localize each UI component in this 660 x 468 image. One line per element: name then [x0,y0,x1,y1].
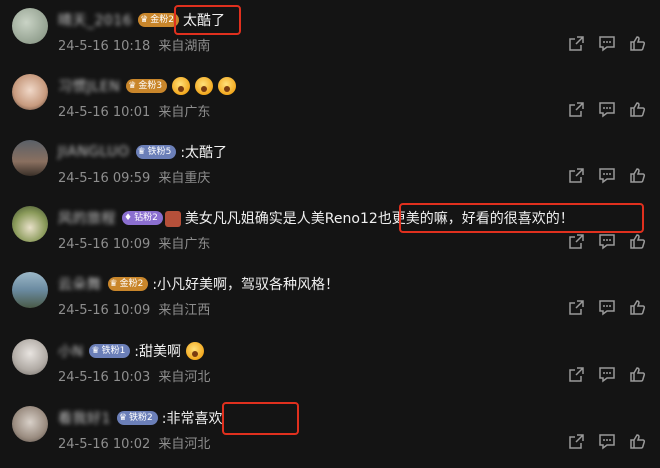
comment-actions [568,299,646,316]
emoji-icon [218,77,237,95]
diamond-icon: ♦ [124,213,133,223]
comment-date: 24-5-16 10:02 [58,437,151,452]
username[interactable]: 习惯JLEN [58,76,120,96]
comment-text: 美女凡凡姐确实是人美Reno12也更美的嘛，好看的很喜欢的！ [184,211,574,227]
comment-date: 24-5-16 09:59 [58,171,151,186]
comment-location: 来自重庆 [158,171,211,186]
avatar[interactable] [12,140,48,176]
comment-meta: 24-5-16 10:03 来自河北 [58,366,210,385]
comment-location: 来自广东 [158,105,211,120]
comment-icon[interactable] [598,433,616,450]
avatar[interactable] [12,272,48,308]
comment-meta: 24-5-16 10:18 来自湖南 [58,35,210,54]
username[interactable]: 看我好1 [58,408,111,428]
comment-actions [568,366,646,383]
comment-location: 来自江西 [158,303,211,318]
share-icon[interactable] [568,299,585,316]
comment-actions [568,167,646,184]
comment-icon[interactable] [598,299,616,316]
comment-actions [568,35,646,52]
emoji-icon [186,342,205,360]
comment-meta: 24-5-16 09:59 来自重庆 [58,167,210,186]
fan-badge: ♛ 铁粉5 [135,145,177,159]
like-icon[interactable] [629,299,646,316]
emoji-icon [195,77,214,95]
badge-icon: ♛ [118,413,127,423]
username[interactable]: 风的旅程 [58,208,116,228]
fan-badge: ♛ 金粉2 [107,277,149,291]
comment-actions [568,101,646,118]
comment-date: 24-5-16 10:01 [58,105,151,120]
comment-meta: 24-5-16 10:01 来自广东 [58,101,210,120]
comment-text: :小凡好美啊，驾驭各种风格！ [152,277,340,293]
share-icon[interactable] [568,366,585,383]
comment-date: 24-5-16 10:09 [58,303,151,318]
avatar[interactable] [12,74,48,110]
comment-meta: 24-5-16 10:09 来自广东 [58,233,210,252]
comment-meta: 24-5-16 10:02 来自河北 [58,433,210,452]
emoji-icon [172,77,191,95]
comment-location: 来自河北 [158,370,211,385]
comment-item: 晴天_2016 ♛ 金粉2 太酷了 24-5-16 10:18 来自湖南 [0,4,660,70]
fan-badge: ♛ 铁粉2 [116,411,158,425]
like-icon[interactable] [629,233,646,250]
comment-item: JIANGLUO ♛ 铁粉5 :太酷了 24-5-16 09:59 来自重庆 [0,136,660,202]
comment-date: 24-5-16 10:09 [58,237,151,252]
like-icon[interactable] [629,167,646,184]
comment-date: 24-5-16 10:18 [58,39,151,54]
comment-item: 风的旅程 ♦ 钻粉2 美女凡凡姐确实是人美Reno12也更美的嘛，好看的很喜欢的！… [0,202,660,268]
comment-location: 来自河北 [158,437,211,452]
comment-meta: 24-5-16 10:09 来自江西 [58,299,210,318]
comment-date: 24-5-16 10:03 [58,370,151,385]
like-icon[interactable] [629,35,646,52]
username[interactable]: 小N [58,341,83,361]
comment-text: :甜美啊 [134,344,182,360]
avatar[interactable] [12,406,48,442]
fan-badge: ♛ 金粉3 [126,79,168,93]
comment-text: :太酷了 [180,145,228,161]
username[interactable]: JIANGLUO [58,144,130,160]
comment-icon[interactable] [598,35,616,52]
comment-location: 来自湖南 [158,39,211,54]
comment-text: 太酷了 [182,13,225,29]
share-icon[interactable] [568,233,585,250]
avatar[interactable] [12,339,48,375]
share-icon[interactable] [568,101,585,118]
comment-item: 云朵舞 ♛ 金粉2 :小凡好美啊，驾驭各种风格！ 24-5-16 10:09 来自江… [0,268,660,334]
like-icon[interactable] [629,433,646,450]
fan-badge: ♛ 铁粉1 [89,344,131,358]
share-icon[interactable] [568,167,585,184]
like-icon[interactable] [629,101,646,118]
username[interactable]: 晴天_2016 [58,10,132,30]
share-icon[interactable] [568,35,585,52]
comment-item: 习惯JLEN ♛ 金粉3 24-5-16 10:01 来自广东 [0,70,660,136]
comment-icon[interactable] [598,101,616,118]
comment-location: 来自广东 [158,237,211,252]
sticker-icon [164,211,181,227]
badge-icon: ♛ [128,81,137,91]
avatar[interactable] [12,206,48,242]
comment-text: :非常喜欢 [161,411,223,427]
avatar[interactable] [12,8,48,44]
fan-badge: ♦ 钻粉2 [122,211,163,225]
share-icon[interactable] [568,433,585,450]
badge-icon: ♛ [137,147,146,157]
like-icon[interactable] [629,366,646,383]
comment-icon[interactable] [598,366,616,383]
badge-icon: ♛ [109,279,118,289]
comment-icon[interactable] [598,167,616,184]
comment-item: 小N ♛ 铁粉1 :甜美啊 24-5-16 10:03 来自河北 [0,335,660,401]
comment-actions [568,233,646,250]
badge-icon: ♛ [91,346,100,356]
comment-icon[interactable] [598,233,616,250]
badge-icon: ♛ [140,15,149,25]
comment-actions [568,433,646,450]
username[interactable]: 云朵舞 [58,274,102,294]
comment-item: 看我好1 ♛ 铁粉2 :非常喜欢 24-5-16 10:02 来自河北 [0,402,660,468]
fan-badge: ♛ 金粉2 [138,13,179,27]
